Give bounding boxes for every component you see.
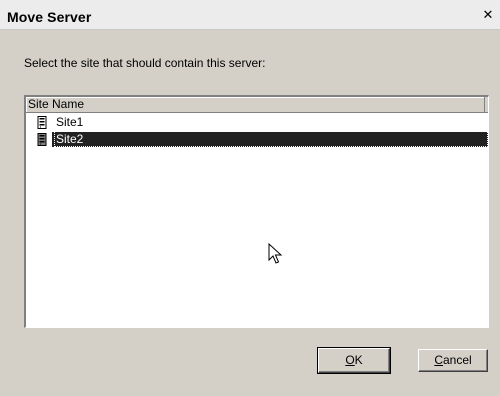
list-item-site2[interactable]: Site2 bbox=[26, 131, 488, 147]
mouse-pointer-icon bbox=[268, 243, 283, 264]
list-item-label: Site1 bbox=[56, 115, 84, 129]
list-item-label: Site2 bbox=[54, 131, 488, 147]
title-bar[interactable]: Move Server ✕ bbox=[0, 0, 500, 30]
move-server-dialog: Move Server ✕ Select the site that shoul… bbox=[0, 0, 500, 396]
ok-label-rest: K bbox=[354, 353, 363, 367]
column-header-site-name[interactable]: Site Name bbox=[26, 97, 485, 112]
cancel-mnemonic: C bbox=[434, 353, 443, 367]
cancel-button[interactable]: Cancel bbox=[418, 349, 488, 372]
instruction-text: Select the site that should contain this… bbox=[24, 56, 266, 70]
server-icon bbox=[37, 133, 47, 146]
server-icon bbox=[37, 116, 47, 129]
site-list[interactable]: Site Name Site1 Site2 bbox=[24, 95, 489, 328]
window-title: Move Server bbox=[7, 9, 92, 25]
ok-button[interactable]: OK bbox=[317, 347, 391, 374]
list-header: Site Name bbox=[26, 97, 488, 113]
ok-mnemonic: O bbox=[345, 353, 355, 367]
cancel-label-rest: ancel bbox=[442, 353, 472, 367]
list-item-site1[interactable]: Site1 bbox=[26, 114, 488, 130]
close-icon[interactable]: ✕ bbox=[482, 9, 494, 22]
